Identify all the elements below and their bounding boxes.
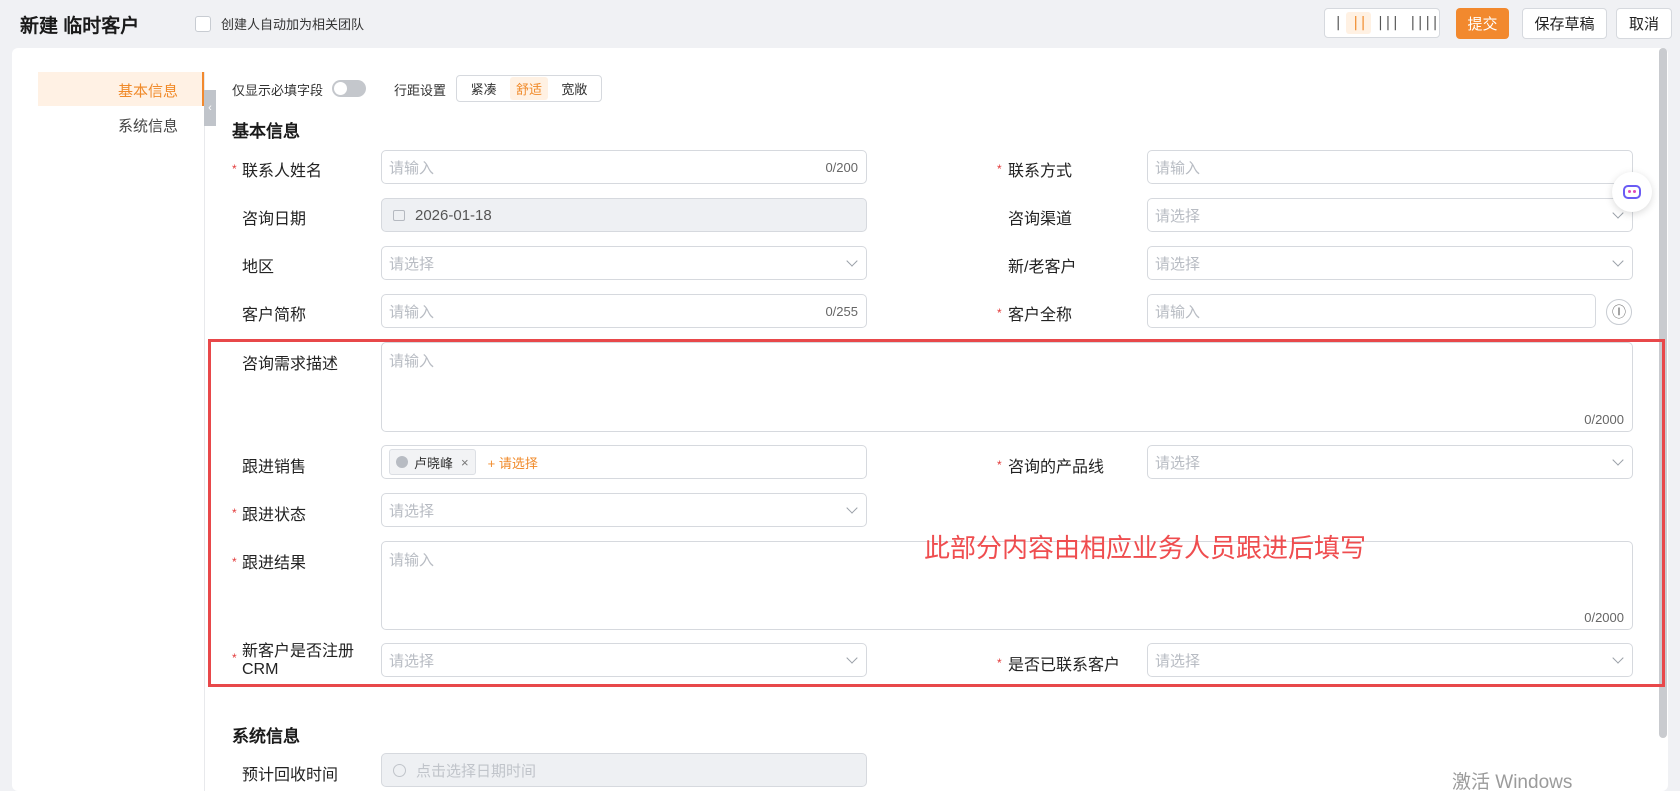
nav-divider [204, 72, 205, 791]
consult-channel-placeholder: 请选择 [1155, 207, 1201, 225]
cancel-button[interactable]: 取消 [1616, 8, 1672, 39]
return-time-placeholder: 点击选择日期时间 [416, 762, 537, 780]
spacing-label: 行距设置 [394, 83, 447, 98]
short-name-input[interactable]: 请输入 0/255 [381, 294, 867, 328]
spacing-compact[interactable]: 紧凑 [465, 77, 503, 100]
consult-date-label: 咨询日期 [242, 211, 307, 228]
density-2-columns[interactable]: || [1346, 12, 1372, 34]
auto-team-label: 创建人自动加为相关团队 [221, 17, 365, 32]
new-old-select[interactable]: 请选择 [1147, 246, 1633, 280]
save-draft-button[interactable]: 保存草稿 [1522, 8, 1607, 39]
contact-name-counter: 0/200 [825, 159, 858, 175]
section-title-basic: 基本信息 [232, 122, 300, 141]
page-title: 新建 临时客户 [20, 16, 140, 37]
calendar-icon [393, 209, 405, 221]
spacing-comfortable[interactable]: 舒适 [509, 77, 548, 100]
return-time-label: 预计回收时间 [242, 767, 339, 784]
required-mark: * [997, 306, 1002, 320]
full-name-input[interactable]: 请输入 [1147, 294, 1596, 328]
column-density-group: | || ||| |||| [1324, 8, 1440, 38]
short-name-counter: 0/255 [825, 303, 858, 319]
windows-watermark: 激活 Windows [1452, 772, 1573, 791]
full-name-placeholder: 请输入 [1155, 303, 1201, 321]
contact-name-placeholder: 请输入 [389, 159, 435, 177]
region-label: 地区 [242, 259, 275, 276]
density-1-column[interactable]: | [1329, 12, 1346, 34]
text-format-icon[interactable]: Ⓘ [1606, 299, 1632, 325]
contact-method-input[interactable]: 请输入 [1147, 150, 1633, 184]
nav-item-system-info[interactable]: 系统信息 [38, 115, 178, 136]
contact-name-input[interactable]: 请输入 0/200 [381, 150, 867, 184]
new-old-placeholder: 请选择 [1155, 255, 1201, 273]
chevron-down-icon [846, 255, 858, 267]
top-bar: 新建 临时客户 创建人自动加为相关团队 | || ||| |||| 提交 保存草… [0, 0, 1680, 48]
annotation-text: 此部分内容由相应业务人员跟进后填写 [924, 533, 1367, 563]
required-only-label: 仅显示必填字段 [232, 83, 324, 98]
short-name-label: 客户简称 [242, 307, 307, 324]
consult-date-input: 2026-01-18 [381, 198, 867, 232]
full-name-label: 客户全称 [1008, 307, 1073, 324]
contact-method-placeholder: 请输入 [1155, 159, 1201, 177]
collapse-nav-icon[interactable]: ‹ [204, 90, 216, 126]
consult-channel-label: 咨询渠道 [1008, 211, 1073, 228]
short-name-placeholder: 请输入 [389, 303, 435, 321]
density-3-columns[interactable]: ||| [1371, 12, 1403, 34]
contact-name-label: 联系人姓名 [242, 163, 323, 180]
required-mark: * [232, 162, 237, 176]
required-only-toggle[interactable] [332, 80, 366, 97]
clock-icon [393, 763, 406, 777]
return-time-input[interactable]: 点击选择日期时间 [381, 753, 867, 787]
density-4-columns[interactable]: |||| [1404, 12, 1444, 34]
consult-date-value: 2026-01-18 [415, 206, 492, 224]
spacing-group: 紧凑 舒适 宽敞 [456, 75, 602, 102]
ai-assistant-button[interactable] [1612, 172, 1652, 212]
auto-team-checkbox[interactable] [195, 15, 211, 32]
required-mark: * [997, 162, 1002, 176]
new-old-label: 新/老客户 [1008, 259, 1077, 276]
spacing-loose[interactable]: 宽敞 [555, 77, 593, 100]
chevron-down-icon [1612, 255, 1624, 267]
nav-item-basic-info[interactable]: 基本信息 [38, 80, 178, 101]
contact-method-label: 联系方式 [1008, 163, 1073, 180]
region-placeholder: 请选择 [389, 255, 435, 273]
consult-channel-select[interactable]: 请选择 [1147, 198, 1633, 232]
region-select[interactable]: 请选择 [381, 246, 867, 280]
robot-icon [1623, 185, 1641, 199]
highlight-box [208, 339, 1665, 687]
section-title-system: 系统信息 [232, 727, 300, 746]
submit-button[interactable]: 提交 [1456, 8, 1509, 39]
auto-team-option[interactable]: 创建人自动加为相关团队 [195, 14, 364, 33]
